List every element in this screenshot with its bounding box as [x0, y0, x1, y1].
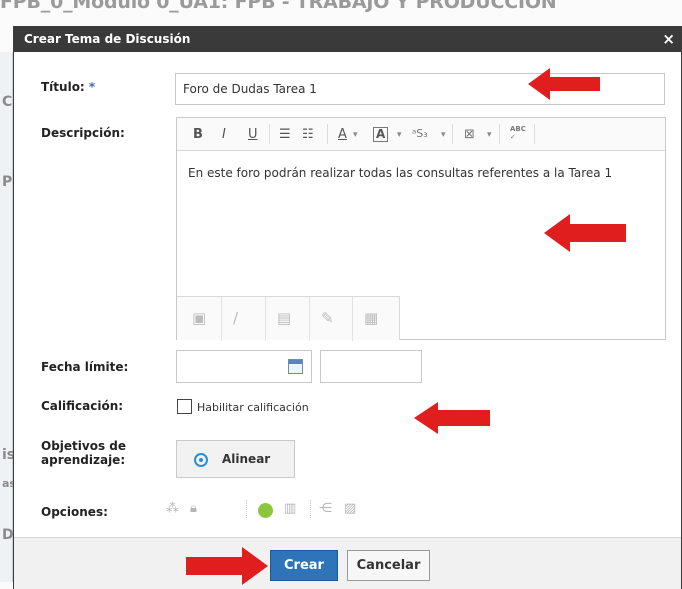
time-input[interactable]: [320, 350, 422, 383]
objetivos-label: Objetivos de aprendizaje:: [41, 439, 127, 467]
target-icon: [194, 453, 208, 467]
dialog-footer: Crear Cancelar: [14, 537, 681, 589]
crear-button[interactable]: Crear: [270, 550, 338, 581]
table-icon[interactable]: ▤: [277, 309, 291, 327]
background-letter: C: [2, 94, 13, 110]
superscript-button[interactable]: ᵃS₃: [412, 127, 428, 140]
cancelar-button[interactable]: Cancelar: [347, 550, 430, 581]
font-color-button[interactable]: A: [338, 127, 347, 142]
toolbar-separator: [452, 124, 453, 144]
descripcion-label: Descripción:: [41, 126, 125, 140]
fecha-limite-label: Fecha límite:: [41, 360, 129, 374]
status-dot-icon[interactable]: [258, 503, 273, 518]
background-left-panel: C P is as D: [0, 52, 16, 582]
opciones-label: Opciones:: [41, 505, 108, 519]
toolbar-separator: [499, 124, 500, 144]
lock-icon[interactable]: 🔒︎: [190, 501, 197, 516]
chevron-down-icon[interactable]: ▾: [487, 130, 492, 140]
italic-button[interactable]: I: [222, 127, 226, 142]
toolbar-separator: [534, 124, 535, 144]
calendar-icon[interactable]: [288, 359, 303, 374]
background-letter: D: [2, 527, 14, 543]
chevron-down-icon[interactable]: ▾: [397, 130, 402, 140]
underline-button[interactable]: U: [248, 127, 258, 142]
bold-button[interactable]: B: [193, 127, 203, 142]
toolbar-separator: [265, 297, 266, 341]
editor-toolbar: B I U ☰ ☷ A ▾ A ▾ ᵃS₃ ▾ ⊠ ▾ ABC ✓: [177, 118, 665, 151]
alinear-button[interactable]: Alinear: [176, 440, 295, 478]
toolbar-separator: [327, 124, 328, 144]
pen-icon[interactable]: ✎: [321, 309, 334, 327]
ordered-list-icon[interactable]: ☷: [302, 127, 314, 142]
background-page-title: FPB_0_Módulo 0_UA1: FPB - TRABAJO Y PROD…: [0, 0, 557, 13]
habilitar-calificacion-checkbox[interactable]: [177, 399, 192, 414]
spellcheck-icon[interactable]: ABC ✓: [510, 125, 526, 141]
editor-bottom-toolbar: ▣ ∕ ▤ ✎ ▦: [177, 296, 400, 341]
required-mark: *: [88, 80, 96, 94]
background-color-button[interactable]: A: [373, 127, 389, 142]
background-letter: P: [2, 174, 13, 190]
dialog-titlebar: Crear Tema de Discusión ×: [14, 27, 681, 52]
habilitar-calificacion-label[interactable]: Habilitar calificación: [197, 401, 309, 414]
editor-content[interactable]: En este foro podrán realizar todas las c…: [188, 166, 612, 180]
media-icon[interactable]: ▦: [364, 309, 378, 327]
date-input[interactable]: [176, 350, 312, 383]
image-icon[interactable]: ▣: [192, 309, 206, 327]
insert-icon[interactable]: ⊠: [464, 127, 475, 142]
close-icon[interactable]: ×: [662, 27, 675, 52]
toolbar-separator: [269, 124, 270, 144]
toolbar-separator: [309, 297, 310, 341]
toolbar-separator: [221, 297, 222, 341]
annotation-arrow-left-icon: [544, 214, 626, 252]
calificacion-label: Calificación:: [41, 399, 124, 413]
annotation-arrow-left-icon: [528, 68, 600, 100]
dialog-title: Crear Tema de Discusión: [24, 32, 191, 46]
chevron-down-icon[interactable]: ▾: [353, 130, 358, 140]
options-separator: [310, 500, 311, 518]
nodes-icon[interactable]: ⁂: [166, 501, 179, 516]
annotation-arrow-right-icon: [186, 547, 268, 585]
unordered-list-icon[interactable]: ☰: [279, 127, 291, 142]
gradebook-icon[interactable]: ▥: [284, 501, 296, 516]
annotation-arrow-left-icon: [414, 402, 490, 434]
clipboard-icon[interactable]: ▨: [344, 501, 356, 516]
chevron-down-icon[interactable]: ▾: [441, 130, 446, 140]
toolbar-separator: [352, 297, 353, 341]
share-icon[interactable]: ⋲: [319, 501, 332, 516]
options-separator: [246, 500, 247, 518]
titulo-label: Título: *: [41, 80, 96, 94]
create-discussion-dialog: Crear Tema de Discusión × Título: * Foro…: [13, 26, 682, 589]
link-icon[interactable]: ∕: [233, 309, 238, 327]
